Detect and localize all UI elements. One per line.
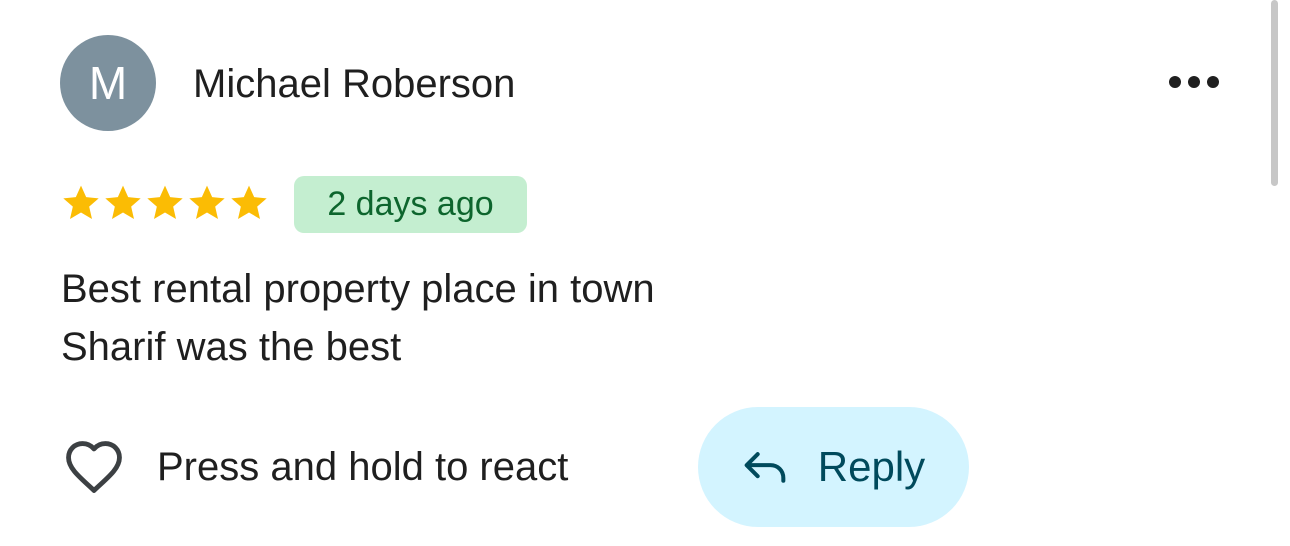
review-line: Best rental property place in town	[61, 267, 655, 311]
react-label: Press and hold to react	[157, 444, 569, 489]
reply-button[interactable]: Reply	[698, 407, 969, 527]
heart-outline-icon	[60, 433, 128, 501]
scrollbar[interactable]	[1271, 0, 1278, 186]
more-horizontal-icon	[1169, 76, 1219, 88]
avatar-initial: M	[88, 57, 128, 109]
review-text: Best rental property place in town Shari…	[61, 260, 1061, 376]
star-icon	[147, 185, 183, 219]
review-line: Sharif was the best	[61, 325, 402, 369]
star-icon	[231, 185, 267, 219]
time-badge: 2 days ago	[294, 176, 527, 233]
star-icon	[105, 185, 141, 219]
avatar[interactable]: M	[60, 35, 156, 131]
reply-arrow-icon	[742, 444, 788, 490]
star-icon	[189, 185, 225, 219]
review-card: M Michael Roberson 2 days ago Best renta…	[0, 0, 1290, 546]
react-button[interactable]: Press and hold to react	[60, 432, 568, 502]
star-rating	[61, 183, 269, 223]
author-name[interactable]: Michael Roberson	[193, 60, 515, 108]
star-icon	[63, 185, 99, 219]
reply-label: Reply	[817, 443, 926, 490]
more-options-button[interactable]	[1158, 60, 1230, 104]
